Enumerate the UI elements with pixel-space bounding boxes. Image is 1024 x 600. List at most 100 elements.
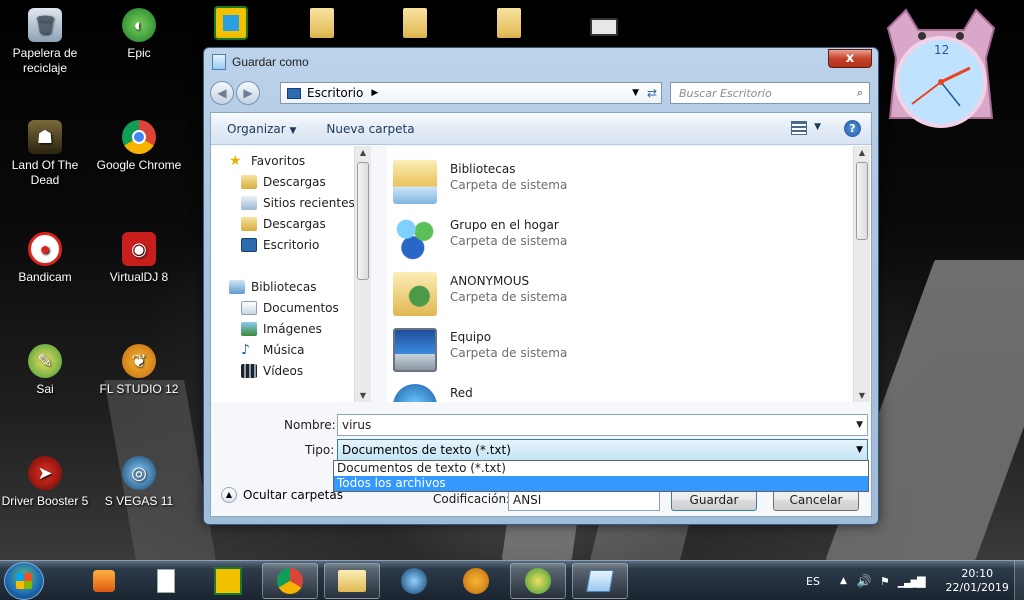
- nav-item-descargas-2[interactable]: Descargas: [241, 214, 326, 234]
- scroll-thumb[interactable]: [856, 162, 868, 240]
- nav-item-musica[interactable]: ♪ Música: [241, 340, 305, 360]
- help-icon[interactable]: ?: [844, 120, 861, 137]
- chevron-down-icon[interactable]: ▼: [814, 122, 821, 132]
- breadcrumb-desktop[interactable]: Escritorio: [307, 86, 363, 100]
- desktop-icon-driver-booster[interactable]: ➤ Driver Booster 5: [0, 456, 90, 509]
- filetype-option-all[interactable]: Todos los archivos: [334, 476, 868, 491]
- forward-button[interactable]: ▶: [236, 81, 260, 105]
- command-bar: Organizar ▼ Nueva carpeta ▼ ?: [211, 113, 871, 145]
- scroll-down-icon[interactable]: ▼: [355, 391, 371, 400]
- taskbar-fl-studio[interactable]: [448, 563, 504, 599]
- desktop-icon-recycle-bin[interactable]: 🗑 Papelera de reciclaje: [0, 8, 90, 76]
- clock-gadget[interactable]: 12: [882, 8, 1000, 134]
- chevron-right-icon[interactable]: ▶: [371, 88, 378, 98]
- svg-text:12: 12: [934, 43, 949, 57]
- desktop-icon-bandicam[interactable]: ● Bandicam: [0, 232, 90, 285]
- nav-libraries[interactable]: Bibliotecas: [229, 277, 316, 297]
- file-item-equipo[interactable]: Equipo Carpeta de sistema: [393, 326, 693, 376]
- view-options-icon[interactable]: [791, 121, 807, 135]
- filetype-option-txt[interactable]: Documentos de texto (*.txt): [334, 461, 868, 476]
- nav-item-documentos[interactable]: Documentos: [241, 298, 339, 318]
- dialog-titlebar[interactable]: Guardar como x: [204, 48, 878, 76]
- chevron-down-icon[interactable]: ▼: [856, 445, 863, 455]
- save-button[interactable]: Guardar: [671, 489, 757, 511]
- scroll-up-icon[interactable]: ▲: [355, 148, 371, 157]
- taskbar-notepad-doc[interactable]: [138, 563, 194, 599]
- taskbar-vegas[interactable]: [386, 563, 442, 599]
- desktop-icon-google-chrome[interactable]: Google Chrome: [94, 120, 184, 173]
- action-center-icon[interactable]: ⚑: [880, 575, 890, 588]
- filetype-select[interactable]: Documentos de texto (*.txt) ▼: [337, 439, 868, 461]
- fl-studio-icon: [463, 568, 489, 594]
- fl-studio-icon: ❦: [122, 344, 156, 378]
- language-indicator[interactable]: ES: [806, 575, 820, 588]
- encoding-select[interactable]: ANSI: [508, 489, 660, 511]
- desktop-icon-device[interactable]: [590, 18, 618, 36]
- show-hidden-icons-icon[interactable]: ▲: [840, 576, 847, 586]
- start-button[interactable]: [4, 562, 44, 600]
- nav-item-imagenes[interactable]: Imágenes: [241, 319, 322, 339]
- nav-item-escritorio[interactable]: Escritorio: [241, 235, 319, 255]
- epic-icon: ◐: [122, 8, 156, 42]
- desktop-icon-folder[interactable]: [497, 8, 521, 38]
- nav-item-descargas[interactable]: Descargas: [241, 172, 326, 192]
- clock-time: 20:10: [961, 567, 994, 580]
- filename-input[interactable]: virus ▼: [337, 414, 868, 436]
- desktop-icon-folder[interactable]: [403, 8, 427, 38]
- windows-logo-icon: [16, 573, 32, 589]
- document-icon: [157, 569, 175, 593]
- scroll-thumb[interactable]: [357, 162, 369, 280]
- nav-favorites[interactable]: ★ Favoritos: [229, 151, 305, 171]
- desktop-icon-vegas[interactable]: ◎ S VEGAS 11: [94, 456, 184, 509]
- desktop-icon-folder[interactable]: [310, 8, 334, 38]
- refresh-icon[interactable]: ⇄: [647, 86, 657, 100]
- desktop-icon-sai[interactable]: ✎ Sai: [0, 344, 90, 397]
- clock-area[interactable]: 20:10 22/01/2019: [946, 567, 1009, 595]
- taskbar-geometry-dash[interactable]: [200, 563, 256, 599]
- taskbar-explorer[interactable]: [324, 563, 380, 599]
- driver-booster-icon: ➤: [28, 456, 62, 490]
- close-button[interactable]: x: [828, 49, 872, 68]
- network-signal-icon[interactable]: ▁▃▅▇: [898, 575, 926, 588]
- scroll-up-icon[interactable]: ▲: [854, 148, 870, 157]
- desktop-icon-epic[interactable]: ◐ Epic: [94, 8, 184, 61]
- computer-icon: [393, 328, 437, 372]
- taskbar-chrome[interactable]: [262, 563, 318, 599]
- new-folder-button[interactable]: Nueva carpeta: [326, 122, 414, 136]
- taskbar-notepad[interactable]: [572, 563, 628, 599]
- desktop-icon-virtualdj[interactable]: ◉ VirtualDJ 8: [94, 232, 184, 285]
- nav-item-videos[interactable]: Vídeos: [241, 361, 303, 381]
- filetype-dropdown-list: Documentos de texto (*.txt) Todos los ar…: [333, 460, 869, 492]
- downloads-folder-icon: [241, 175, 257, 189]
- file-item-bibliotecas[interactable]: Bibliotecas Carpeta de sistema: [393, 158, 693, 208]
- notepad-icon: [586, 570, 614, 592]
- scroll-down-icon[interactable]: ▼: [854, 391, 870, 400]
- taskbar-media-player[interactable]: [76, 563, 132, 599]
- libraries-icon: [229, 280, 245, 294]
- organize-button[interactable]: Organizar ▼: [227, 122, 296, 136]
- navpane-scrollbar[interactable]: ▲ ▼: [354, 146, 371, 402]
- back-button[interactable]: ◀: [210, 81, 234, 105]
- game-icon: ☗: [28, 120, 62, 154]
- nav-item-sitios-recientes[interactable]: Sitios recientes: [241, 193, 355, 213]
- pictures-icon: [241, 322, 257, 336]
- cancel-button[interactable]: Cancelar: [773, 489, 859, 511]
- search-input[interactable]: Buscar Escritorio ⌕: [670, 82, 870, 104]
- desktop-icon-geometry-dash[interactable]: [214, 6, 248, 40]
- dialog-title: Guardar como: [232, 55, 309, 69]
- sai-icon: ✎: [28, 344, 62, 378]
- path-breadcrumb[interactable]: Escritorio ▶ ▼ ⇄: [280, 82, 662, 104]
- chevron-down-icon[interactable]: ▼: [856, 420, 863, 430]
- hide-folders-button[interactable]: ▲ Ocultar carpetas: [221, 487, 343, 503]
- taskbar-sai[interactable]: [510, 563, 566, 599]
- star-icon: ★: [229, 153, 242, 169]
- file-item-anonymous[interactable]: ANONYMOUS Carpeta de sistema: [393, 270, 693, 320]
- file-item-grupo-hogar[interactable]: Grupo en el hogar Carpeta de sistema: [393, 214, 693, 264]
- filepane-scrollbar[interactable]: ▲ ▼: [853, 146, 870, 402]
- volume-icon[interactable]: 🔊: [857, 574, 872, 588]
- show-desktop-button[interactable]: [1014, 561, 1024, 600]
- chevron-down-icon[interactable]: ▼: [632, 88, 639, 98]
- desktop-icon-fl-studio[interactable]: ❦ FL STUDIO 12: [94, 344, 184, 397]
- file-item-red[interactable]: Red: [393, 382, 693, 402]
- desktop-icon-land-of-the-dead[interactable]: ☗ Land Of The Dead: [0, 120, 90, 188]
